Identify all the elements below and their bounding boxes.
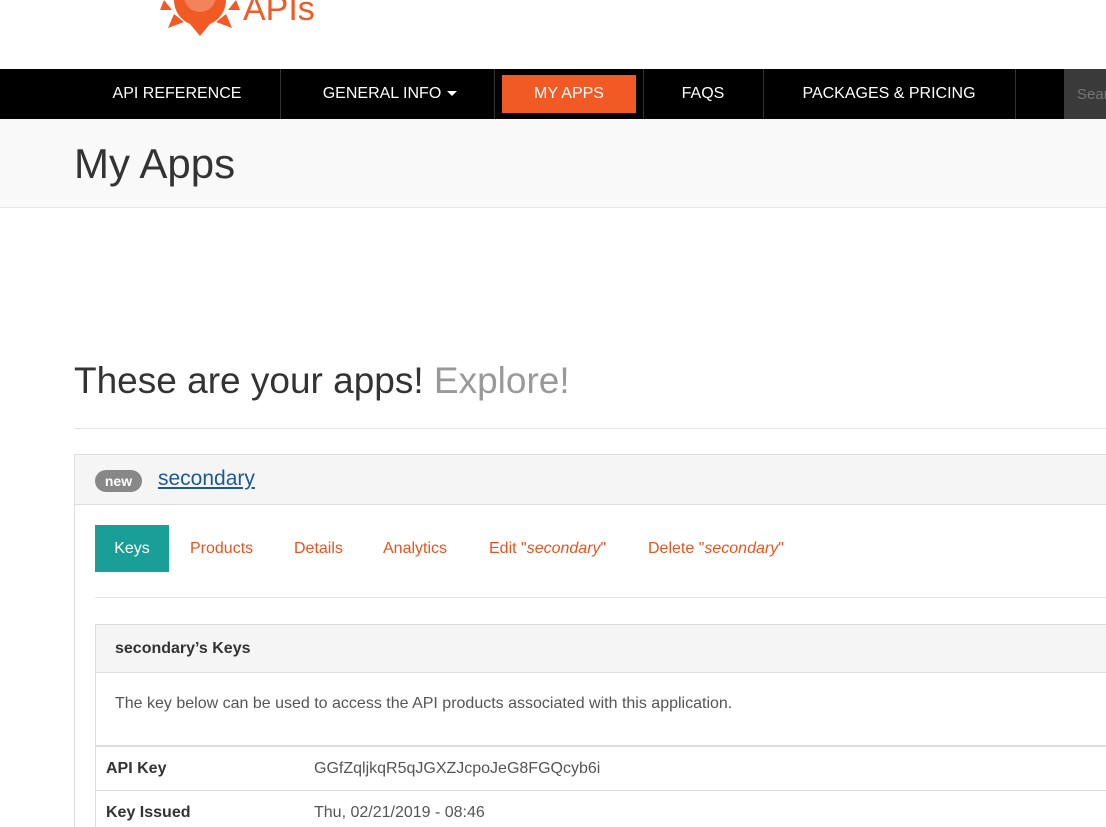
nav-item-label: GENERAL INFO [322, 85, 442, 102]
tab-app-name: secondary [704, 540, 779, 557]
search-box [1064, 69, 1106, 119]
apps-heading-text: These are your apps! [74, 360, 424, 401]
divider [95, 597, 1106, 598]
keys-description: The key below can be used to access the … [115, 695, 733, 712]
tab-details[interactable]: Details [294, 525, 343, 572]
nav-item-label: PACKAGES & PRICING [802, 85, 976, 102]
search-input[interactable] [1064, 69, 1106, 119]
new-badge: new [95, 470, 142, 492]
tab-label-suffix: " [778, 540, 784, 557]
caret-down-icon [447, 91, 458, 97]
nav-divider [280, 69, 281, 119]
nav-item-label: API REFERENCE [112, 85, 242, 102]
app-name-link[interactable]: secondary [158, 467, 255, 491]
nav-general-info[interactable]: GENERAL INFO [305, 69, 475, 119]
page-title-band: My Apps [0, 119, 1106, 208]
tab-analytics[interactable]: Analytics [383, 525, 447, 572]
nav-divider [494, 69, 495, 119]
app-panel-header: new secondary [75, 455, 1106, 505]
tab-edit[interactable]: Edit "secondary" [489, 525, 606, 572]
divider [74, 428, 1106, 429]
logo-text[interactable]: APIs [243, 0, 315, 29]
nav-divider [763, 69, 764, 119]
api-key-value[interactable]: GGfZqljkqR5qJGXZJcpoJeG8FGQcyb6i [314, 760, 600, 778]
tab-label: Details [294, 540, 343, 557]
nav-api-reference[interactable]: API REFERENCE [100, 69, 254, 119]
tab-keys[interactable]: Keys [95, 525, 169, 572]
tab-delete[interactable]: Delete "secondary" [648, 525, 784, 572]
tab-label: Edit " [489, 540, 527, 557]
table-divider [96, 790, 1106, 791]
nav-packages-pricing[interactable]: PACKAGES & PRICING [786, 69, 992, 119]
key-issued-label: Key Issued [106, 804, 191, 821]
nav-divider [1015, 69, 1016, 119]
nav-my-apps[interactable]: MY APPS [502, 75, 636, 113]
key-issued-value: Thu, 02/21/2019 - 08:46 [314, 804, 485, 821]
page-title: My Apps [74, 140, 236, 187]
nav-item-label: FAQS [681, 85, 725, 102]
site-header: APIs [0, 0, 1106, 69]
sun-logo-icon[interactable] [160, 0, 240, 38]
tab-label-suffix: " [600, 540, 607, 557]
tab-label: Products [190, 540, 254, 557]
api-key-label: API Key [106, 760, 167, 777]
tab-label: Analytics [383, 540, 448, 557]
tab-label: Keys [114, 540, 150, 557]
keys-panel: secondary’s Keys The key below can be us… [95, 624, 1106, 827]
keys-panel-header: secondary’s Keys [96, 625, 1106, 673]
tab-products[interactable]: Products [190, 525, 253, 572]
app-panel: new secondary Keys Products Details Anal… [74, 454, 1106, 827]
nav-item-label: MY APPS [534, 85, 604, 102]
main-navbar: API REFERENCE GENERAL INFO MY APPS FAQS … [0, 69, 1106, 119]
tab-app-name: secondary [526, 540, 601, 557]
nav-faqs[interactable]: FAQS [664, 69, 742, 119]
table-divider [96, 745, 1106, 747]
nav-divider [643, 69, 644, 119]
apps-heading: These are your apps! Explore! [74, 360, 570, 402]
tab-label: Delete " [648, 540, 705, 557]
keys-panel-title: secondary’s Keys [115, 640, 251, 657]
apps-heading-muted: Explore! [433, 360, 570, 401]
